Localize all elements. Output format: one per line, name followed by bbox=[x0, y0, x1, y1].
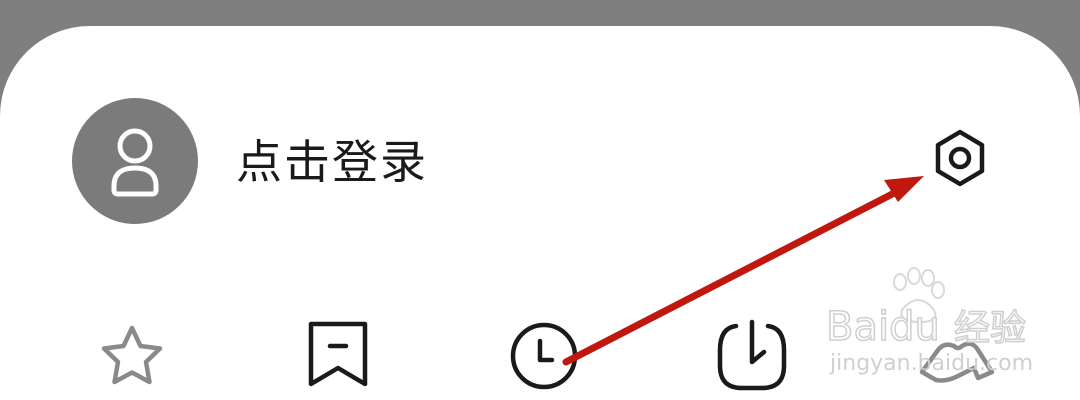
gear-icon bbox=[935, 129, 985, 187]
history-button[interactable] bbox=[504, 316, 584, 396]
user-icon bbox=[111, 128, 159, 197]
menu-sheet: 点击登录 bbox=[0, 26, 1080, 400]
login-prompt[interactable]: 点击登录 bbox=[236, 134, 428, 190]
bookmarks-button[interactable] bbox=[298, 316, 378, 396]
clock-icon bbox=[510, 322, 578, 390]
settings-button[interactable] bbox=[928, 126, 992, 190]
bookmark-icon bbox=[308, 321, 368, 387]
download-icon bbox=[717, 319, 787, 391]
avatar[interactable] bbox=[72, 98, 198, 224]
downloads-button[interactable] bbox=[712, 316, 792, 396]
clothes-icon bbox=[919, 341, 995, 383]
skin-button[interactable] bbox=[918, 316, 998, 396]
star-icon bbox=[101, 325, 163, 385]
favorites-button[interactable] bbox=[92, 316, 172, 396]
